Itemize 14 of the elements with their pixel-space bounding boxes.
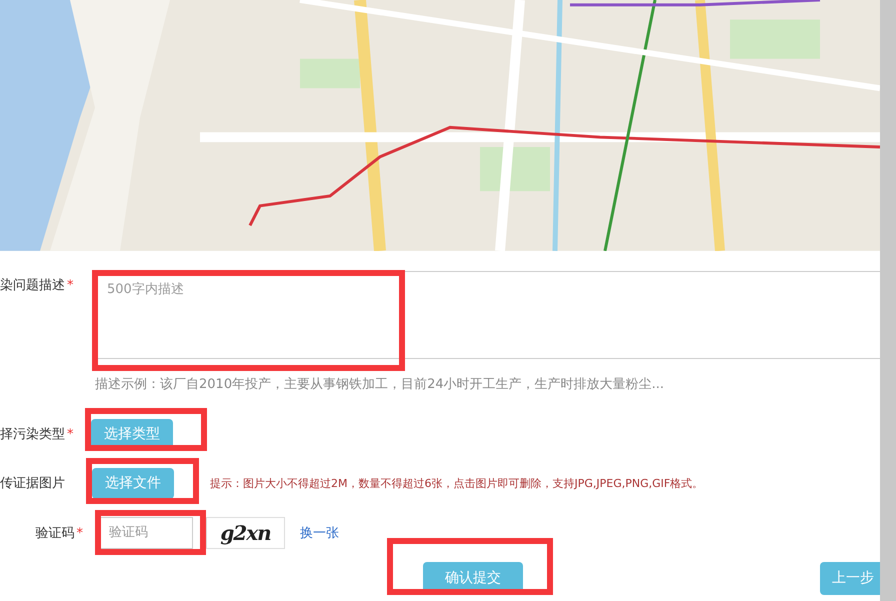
required-mark: * (67, 427, 74, 442)
choose-file-button[interactable]: 选择文件 (92, 468, 174, 499)
back-button[interactable]: 上一步 (820, 562, 880, 595)
captcha-field[interactable]: 验证码 (100, 516, 193, 549)
required-mark: * (76, 526, 83, 541)
required-mark: * (67, 278, 74, 293)
refresh-link[interactable]: 换一张 (300, 524, 339, 542)
upload-hint: 提示：图片大小不得超过2M，数量不得超过6张，点击图片即可删除，支持JPG,JPEG,PNG,GIF格式。 (210, 476, 704, 491)
field-label: 择污染类型* (0, 426, 74, 444)
field-label: 染问题描述* (0, 276, 74, 294)
field-label: 验证码* (34, 524, 83, 542)
example-text: 描述示例：该厂自2010年投产，主要从事钢铁加工，目前24小时开工生产，生产时排放大量粉尘... (95, 376, 666, 393)
field-label: 传证据图片 (0, 475, 66, 492)
captcha-image: g2xn (206, 516, 285, 549)
